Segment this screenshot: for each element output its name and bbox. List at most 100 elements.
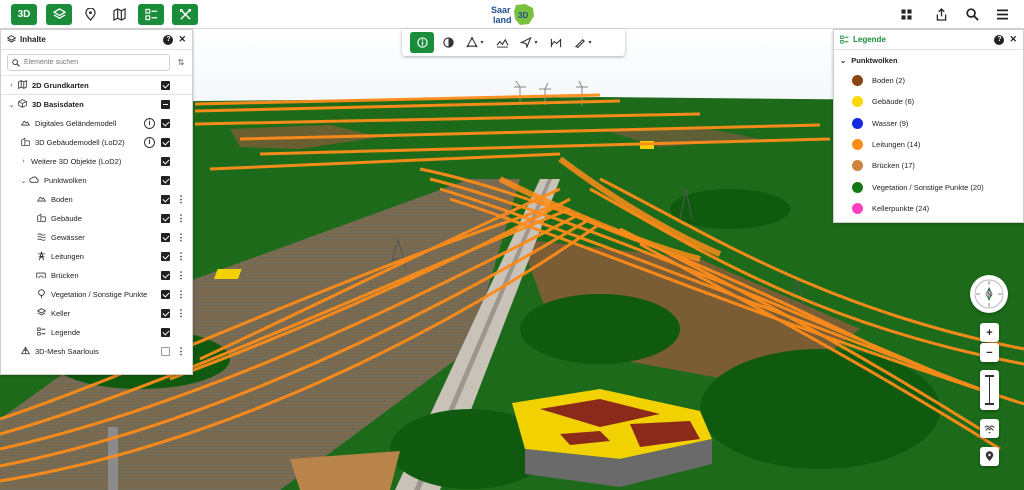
legend-group-punktwolken[interactable]: ⌄ Punktwolken — [834, 50, 1023, 70]
legend-label: Wasser (9) — [872, 118, 909, 128]
checkbox-checked[interactable] — [161, 309, 170, 318]
tree-item-lod2[interactable]: 3D Gebäudemodell (LoD2) i — [1, 133, 192, 152]
help-icon[interactable]: ? — [163, 34, 174, 45]
tree-item-legende[interactable]: Legende — [1, 323, 192, 342]
compass-control[interactable]: N — [970, 275, 1008, 313]
info-icon[interactable]: i — [144, 137, 155, 148]
tree-item-weitere[interactable]: › Weitere 3D Objekte (LoD2) — [1, 152, 192, 171]
tools-button[interactable] — [172, 4, 198, 25]
map-icon — [16, 79, 28, 91]
tree-item-gewaesser[interactable]: Gewässer ⋮ — [1, 228, 192, 247]
more-options-icon[interactable]: ⋮ — [176, 251, 186, 262]
more-options-icon[interactable]: ⋮ — [176, 346, 186, 357]
measure-tool-button[interactable]: ▾ — [462, 32, 488, 53]
chevron-right-icon[interactable]: › — [19, 158, 28, 165]
info-tool-button[interactable] — [410, 32, 434, 53]
terrain-icon — [19, 118, 31, 129]
share-button[interactable] — [930, 4, 952, 25]
tree-item-boden[interactable]: Boden ⋮ — [1, 190, 192, 209]
tree-label: 3D Basisdaten — [32, 100, 84, 109]
logo-badge: 3D — [518, 11, 528, 20]
menu-button[interactable] — [991, 4, 1013, 25]
saarland-3d-logo[interactable]: Saar land 3D — [489, 3, 535, 26]
flight-tool-button[interactable]: ▾ — [516, 32, 542, 53]
tilt-slider[interactable] — [980, 370, 999, 410]
search-icon — [12, 58, 20, 67]
more-options-icon[interactable]: ⋮ — [176, 232, 186, 243]
landscape-icon — [984, 424, 995, 433]
tree-item-punktwolken[interactable]: ⌄ Punktwolken — [1, 171, 192, 190]
tree-label: 3D Gebäudemodell (LoD2) — [35, 138, 125, 147]
chevron-down-icon[interactable]: ⌄ — [7, 101, 16, 109]
shading-tool-button[interactable] — [438, 32, 458, 53]
checkbox-unchecked[interactable] — [161, 347, 170, 356]
more-options-icon[interactable]: ⋮ — [176, 289, 186, 300]
locate-button[interactable] — [980, 447, 999, 466]
mesh-icon — [19, 346, 31, 357]
legend-button[interactable] — [138, 4, 164, 25]
checkbox-checked[interactable] — [161, 176, 170, 185]
tree-item-keller[interactable]: Keller ⋮ — [1, 304, 192, 323]
sort-icon[interactable]: ⇅ — [176, 58, 186, 67]
draw-tool-button[interactable]: ▾ — [570, 32, 596, 53]
contents-search-row: ⇅ — [1, 50, 192, 76]
more-options-icon[interactable]: ⋮ — [176, 194, 186, 205]
close-icon[interactable]: ✕ — [1009, 34, 1017, 45]
help-icon[interactable]: ? — [994, 34, 1005, 45]
contents-search-input[interactable] — [24, 59, 164, 66]
3d-mode-button[interactable]: 3D — [11, 4, 37, 25]
logo-text-top: Saar — [491, 5, 511, 15]
tree-item-bruecken[interactable]: Brücken ⋮ — [1, 266, 192, 285]
search-button[interactable] — [961, 4, 983, 25]
layers-button[interactable] — [46, 4, 72, 25]
chevron-right-icon[interactable]: › — [7, 82, 16, 89]
more-options-icon[interactable]: ⋮ — [176, 308, 186, 319]
draw-icon — [575, 38, 586, 48]
more-options-icon[interactable]: ⋮ — [176, 270, 186, 281]
checkbox-checked[interactable] — [161, 328, 170, 337]
legend-label: Vegetation / Sonstige Punkte (20) — [872, 182, 984, 192]
more-options-icon[interactable]: ⋮ — [176, 213, 186, 224]
tree-group-3d-basisdaten[interactable]: ⌄ 3D Basisdaten — [1, 95, 192, 114]
checkbox-checked[interactable] — [161, 157, 170, 166]
tools-icon — [179, 8, 191, 20]
tree-item-vegetation[interactable]: Vegetation / Sonstige Punkte ⋮ — [1, 285, 192, 304]
checkbox-checked[interactable] — [161, 271, 170, 280]
legend-swatch — [852, 202, 863, 214]
checkbox-checked[interactable] — [161, 119, 170, 128]
chevron-down-icon[interactable]: ⌄ — [19, 177, 28, 185]
legend-panel-title: Legende — [853, 35, 886, 44]
checkbox-partial[interactable] — [161, 100, 170, 109]
search-icon — [965, 8, 979, 21]
overview-button[interactable] — [980, 419, 999, 438]
checkbox-checked[interactable] — [161, 233, 170, 242]
building-icon — [35, 213, 47, 224]
tree-label: Vegetation / Sonstige Punkte — [51, 290, 148, 299]
chevron-down-icon[interactable]: ⌄ — [840, 56, 846, 65]
tree-group-2d-grundkarten[interactable]: › 2D Grundkarten — [1, 76, 192, 95]
apps-button[interactable] — [895, 4, 917, 25]
legend-item: Boden (2) — [834, 70, 1023, 91]
checkbox-checked[interactable] — [161, 138, 170, 147]
tree-item-leitungen[interactable]: Leitungen ⋮ — [1, 247, 192, 266]
map-button[interactable] — [108, 4, 130, 25]
checkbox-checked[interactable] — [161, 290, 170, 299]
landscape-tool-button[interactable] — [492, 32, 512, 53]
checkbox-checked[interactable] — [161, 80, 170, 90]
tree-item-gebaeude[interactable]: Gebäude ⋮ — [1, 209, 192, 228]
zoom-out-button[interactable]: − — [980, 343, 999, 362]
checkbox-checked[interactable] — [161, 214, 170, 223]
checkbox-checked[interactable] — [161, 252, 170, 261]
location-button[interactable] — [79, 4, 101, 25]
zoom-in-button[interactable]: + — [980, 323, 999, 342]
tree-label: Digitales Geländemodell — [35, 119, 117, 128]
tree-label: Legende — [51, 328, 81, 337]
tree-item-dgm[interactable]: Digitales Geländemodell i — [1, 114, 192, 133]
tree-item-mesh[interactable]: 3D-Mesh Saarlouis ⋮ — [1, 342, 192, 361]
profile-tool-button[interactable] — [546, 32, 566, 53]
checkbox-checked[interactable] — [161, 195, 170, 204]
compass-icon: N — [974, 279, 1004, 309]
info-icon[interactable]: i — [144, 118, 155, 129]
slider-base — [985, 403, 994, 405]
close-icon[interactable]: ✕ — [178, 34, 186, 45]
